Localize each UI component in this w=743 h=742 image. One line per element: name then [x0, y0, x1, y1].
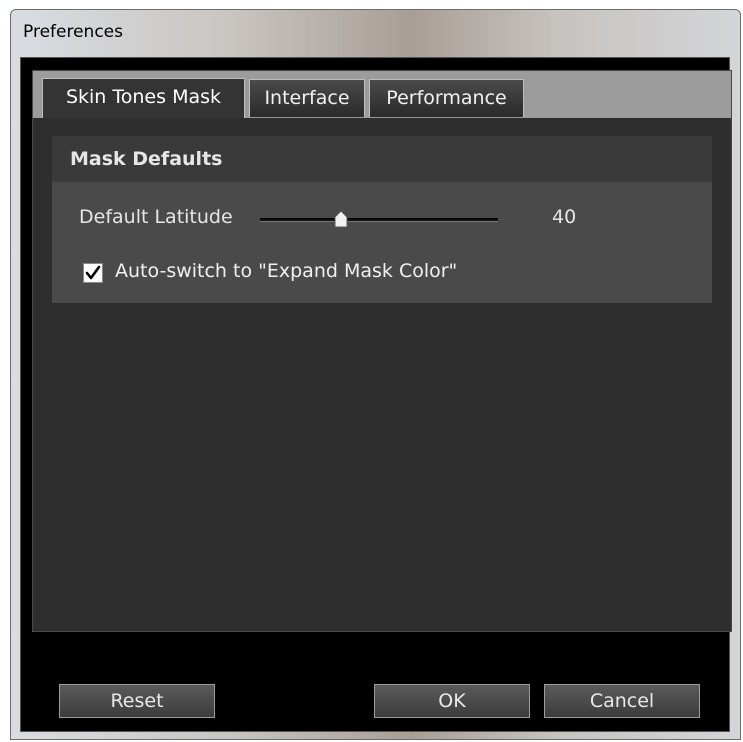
preferences-window: Preferences Skin Tones Mask Interface Pe… — [10, 9, 741, 740]
ok-button[interactable]: OK — [374, 684, 530, 718]
window-title: Preferences — [23, 22, 123, 42]
checkmark-icon — [85, 265, 101, 280]
group-title: Mask Defaults — [70, 148, 223, 170]
tab-strip: Skin Tones Mask Interface Performance — [33, 71, 731, 118]
tab-performance[interactable]: Performance — [369, 79, 524, 117]
default-latitude-slider[interactable] — [260, 208, 498, 232]
reset-button[interactable]: Reset — [59, 684, 215, 718]
default-latitude-label: Default Latitude — [79, 206, 233, 228]
tab-interface[interactable]: Interface — [249, 79, 365, 117]
default-latitude-value: 40 — [552, 206, 577, 228]
group-header: Mask Defaults — [52, 136, 712, 182]
slider-track[interactable] — [260, 218, 498, 222]
mask-defaults-group: Mask Defaults Default Latitude 40 Auto-s… — [52, 136, 712, 303]
slider-thumb[interactable] — [334, 210, 348, 228]
dialog-client-area: Skin Tones Mask Interface Performance Ma… — [20, 57, 732, 732]
autoswitch-checkbox[interactable] — [83, 263, 103, 283]
cancel-button[interactable]: Cancel — [544, 684, 700, 718]
tab-panel: Skin Tones Mask Interface Performance Ma… — [32, 70, 732, 632]
autoswitch-label: Auto-switch to "Expand Mask Color" — [115, 260, 458, 282]
tab-skin-tones-mask[interactable]: Skin Tones Mask — [42, 78, 245, 118]
